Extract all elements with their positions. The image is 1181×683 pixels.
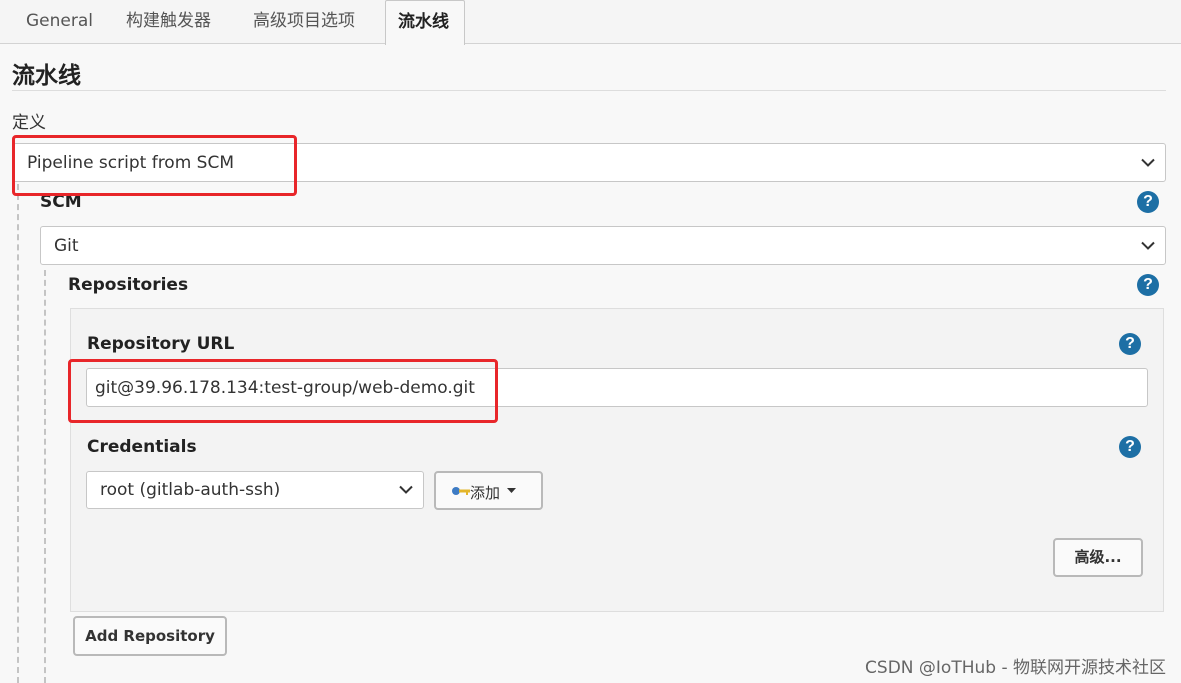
watermark: CSDN @IoTHub - 物联网开源技术社区	[865, 658, 1166, 678]
chevron-down-icon	[1141, 241, 1155, 250]
scm-indent-guide	[17, 184, 19, 683]
tab-pipeline[interactable]: 流水线	[385, 0, 465, 45]
tab-advanced-project-options[interactable]: 高级项目选项	[241, 0, 367, 44]
chevron-down-icon	[1141, 158, 1155, 167]
section-title: 流水线	[12, 63, 81, 89]
scm-help-icon[interactable]: ?	[1137, 191, 1159, 213]
add-credentials-label: 添加	[470, 484, 501, 502]
repository-url-label: Repository URL	[87, 334, 235, 354]
caret-down-icon	[507, 488, 516, 493]
credentials-help-icon[interactable]: ?	[1119, 436, 1141, 458]
key-icon	[452, 487, 470, 495]
scm-select-value: Git	[54, 235, 79, 256]
repository-url-highlight-box	[68, 359, 498, 423]
scm-select[interactable]: Git	[40, 226, 1166, 265]
title-divider	[12, 90, 1166, 91]
repositories-indent-guide	[44, 270, 46, 683]
credentials-label: Credentials	[87, 437, 197, 457]
definition-label: 定义	[12, 113, 46, 133]
advanced-button[interactable]: 高级...	[1053, 538, 1143, 577]
add-credentials-button[interactable]: 添加	[434, 471, 543, 510]
definition-highlight-box	[12, 135, 297, 196]
repository-url-help-icon[interactable]: ?	[1119, 333, 1141, 355]
tab-build-triggers[interactable]: 构建触发器	[114, 0, 223, 44]
repositories-help-icon[interactable]: ?	[1137, 274, 1159, 296]
credentials-select[interactable]: root (gitlab-auth-ssh)	[86, 471, 424, 509]
repositories-label: Repositories	[68, 275, 189, 295]
chevron-down-icon	[399, 485, 413, 494]
add-repository-button[interactable]: Add Repository	[73, 616, 227, 656]
credentials-select-value: root (gitlab-auth-ssh)	[100, 480, 281, 500]
tab-bar: General 构建触发器 高级项目选项 流水线	[0, 0, 1181, 45]
tab-general[interactable]: General	[14, 0, 105, 44]
